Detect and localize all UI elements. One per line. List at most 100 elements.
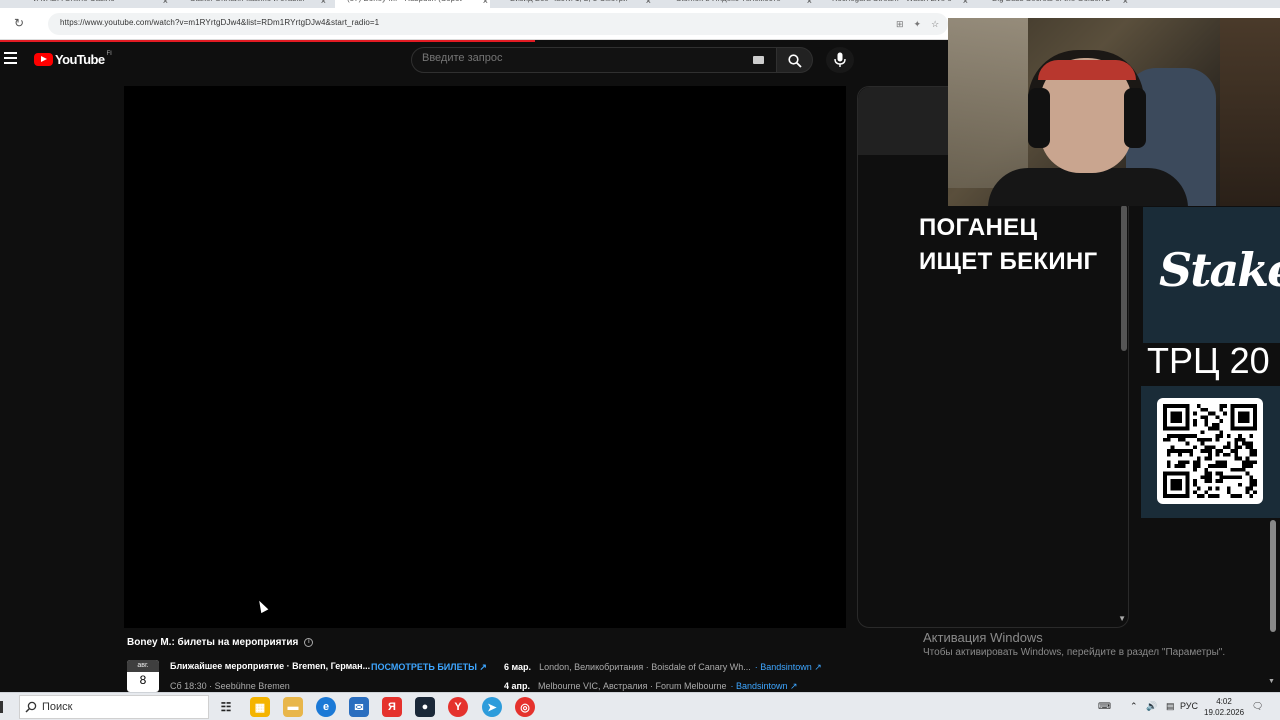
event-location: Melbourne VIC, Австралия · Forum Melbour…: [537, 681, 727, 691]
page-scrollbar[interactable]: [1270, 520, 1276, 632]
qr-code-icon: [1157, 398, 1263, 504]
close-tab-icon[interactable]: ×: [807, 0, 812, 6]
app-icon[interactable]: ◎: [515, 697, 535, 717]
clock-date: 19.02.2026: [1204, 708, 1245, 717]
tickets-title-text: Boney M.: билеты на мероприятия: [127, 637, 299, 648]
browser-tab-strip: VAVADA Online Casino×Stake: Онлайн-казин…: [0, 0, 1280, 8]
show-hidden-icons-icon[interactable]: ⌃: [1130, 701, 1138, 712]
next-event-title: Ближайшее мероприятие · Bremen, Герман..…: [170, 661, 371, 671]
event-date-badge: авг. 8: [127, 660, 159, 692]
browser-tab-title: Визид Все Части 1, 2, 3 Смотри: [510, 0, 628, 3]
close-tab-icon[interactable]: ×: [483, 0, 488, 6]
browser-tab[interactable]: Big Bass Secrets of the Golden L ×: [980, 0, 1130, 8]
stake-logo: Stake: [1159, 243, 1280, 297]
windows-activation-subtitle: Чтобы активировать Windows, перейдите в …: [923, 647, 1226, 658]
clock-time: 4:02: [1216, 697, 1232, 706]
event-day: 8: [139, 673, 147, 687]
store-icon[interactable]: ▦: [250, 697, 270, 717]
view-tickets-button[interactable]: ПОСМОТРЕТЬ БИЛЕТЫ ↗: [371, 662, 487, 673]
close-tab-icon[interactable]: ×: [163, 0, 168, 6]
search-box[interactable]: [411, 47, 777, 73]
close-tab-icon[interactable]: ×: [321, 0, 326, 6]
address-bar[interactable]: https://www.youtube.com/watch?v=m1RYrtgD…: [48, 13, 948, 35]
scroll-down-icon[interactable]: ▼: [1118, 614, 1126, 623]
steam-icon[interactable]: ●: [415, 697, 435, 717]
headphone-right: [1124, 88, 1146, 148]
youtube-logo-text: YouTube: [55, 51, 105, 67]
taskbar-search[interactable]: Поиск: [19, 695, 209, 719]
browser-tab-title: (87) Boney M. - Rasputin (Sopot: [347, 0, 462, 3]
browser-tab-title: Stomok в Яндекс Телемосте: [676, 0, 781, 3]
browser-tab[interactable]: (87) Boney M. - Rasputin (Sopot ×: [335, 0, 490, 8]
event-source-link[interactable]: · Bandsintown ↗: [730, 681, 797, 691]
browser-tab-title: Stake: Онлайн-казино и ставки: [190, 0, 304, 3]
telegram-icon[interactable]: ➤: [482, 697, 502, 717]
task-view-icon[interactable]: ☷: [216, 697, 236, 717]
volume-icon[interactable]: 🔊: [1146, 701, 1157, 712]
stake-logo-panel: Stake: [1143, 207, 1280, 343]
network-icon[interactable]: ▤: [1166, 701, 1175, 712]
voice-search-button[interactable]: [826, 47, 854, 73]
close-tab-icon[interactable]: ×: [1123, 0, 1128, 6]
headset-band: [1038, 60, 1136, 80]
headphone-left: [1028, 88, 1050, 148]
language-indicator[interactable]: РУС: [1180, 701, 1198, 711]
browser-tab-title: Kochegara Stream - Watch Live o: [832, 0, 952, 3]
streamer-body: [988, 168, 1188, 206]
browser-tab[interactable]: Kochegara Stream - Watch Live o ×: [820, 0, 970, 8]
event-location: London, Великобритания · Boisdale of Can…: [539, 662, 751, 672]
notifications-icon[interactable]: 🗨: [1252, 701, 1263, 712]
promo-code-text: ТРЦ 20: [1147, 340, 1270, 381]
menu-icon[interactable]: [4, 52, 17, 64]
stream-overlay-caption: ПОГАНЕЦ ИЩЕТ БЕКИНГ: [919, 211, 1097, 279]
taskbar-search-label: Поиск: [42, 701, 73, 713]
close-tab-icon[interactable]: ×: [646, 0, 651, 6]
streamer-webcam: [948, 18, 1280, 206]
event-month: авг.: [127, 660, 159, 672]
webcam-background-light: [948, 18, 1028, 188]
event-list-item[interactable]: 4 апр. Melbourne VIC, Австралия · Forum M…: [504, 681, 798, 692]
screen: VAVADA Online Casino×Stake: Онлайн-казин…: [0, 0, 1280, 720]
windows-activation-title: Активация Windows: [923, 630, 1043, 645]
keyboard-tray-icon[interactable]: ⌨: [1098, 701, 1111, 712]
tickets-section-title: Boney M.: билеты на мероприятия i: [127, 637, 314, 648]
mail-icon[interactable]: ✉: [349, 697, 369, 717]
yandex-icon[interactable]: Y: [448, 697, 468, 717]
system-clock[interactable]: 4:02 19.02.2026: [1204, 696, 1244, 718]
start-button[interactable]: [0, 701, 3, 713]
playlist-scrollbar[interactable]: [1121, 205, 1127, 351]
browser-tab-title: Big Bass Secrets of the Golden L: [992, 0, 1110, 3]
search-input[interactable]: [422, 52, 742, 64]
browser-tab[interactable]: Stake: Онлайн-казино и ставки ×: [178, 0, 328, 8]
windows-taskbar: Поиск ☷ ▦ ▬ e ✉ Я ● Y ➤ ◎ ⌨ ⌃ 🔊 ▤ РУС 4:…: [0, 692, 1280, 720]
youtube-logo[interactable]: YouTube FI: [34, 51, 112, 67]
region-code: FI: [106, 51, 112, 57]
info-icon[interactable]: i: [304, 637, 314, 647]
search-icon: [25, 701, 37, 713]
next-event-details: Сб 18:30 · Seebühne Bremen: [170, 681, 290, 691]
keyboard-icon[interactable]: [753, 56, 764, 64]
edge-icon[interactable]: e: [316, 697, 336, 717]
browser-tab[interactable]: VAVADA Online Casino ×: [20, 0, 170, 8]
webcam-background-shelf: [1220, 18, 1280, 206]
close-tab-icon[interactable]: ×: [963, 0, 968, 6]
overlay-line-1: ПОГАНЕЦ: [919, 214, 1038, 241]
qr-code-panel: [1141, 386, 1280, 518]
event-list-item[interactable]: 6 мар. London, Великобритания · Boisdale …: [504, 662, 822, 673]
reload-icon[interactable]: ↻: [14, 16, 24, 30]
search-icon: [788, 54, 802, 68]
browser-tab-title: VAVADA Online Casino: [32, 0, 115, 3]
event-source-link[interactable]: · Bandsintown ↗: [755, 662, 822, 672]
file-explorer-icon[interactable]: ▬: [283, 697, 303, 717]
event-date: 4 апр.: [504, 681, 530, 691]
address-bar-actions[interactable]: ⊞✦☆: [896, 19, 949, 30]
youtube-play-icon: [34, 52, 53, 66]
address-bar-url: https://www.youtube.com/watch?v=m1RYrtgD…: [60, 18, 380, 27]
yandex-browser-icon[interactable]: Я: [382, 697, 402, 717]
video-player[interactable]: [124, 86, 846, 628]
browser-tab[interactable]: Stomok в Яндекс Телемосте ×: [664, 0, 814, 8]
microphone-icon: [834, 52, 846, 67]
search-button[interactable]: [777, 47, 813, 73]
browser-tab[interactable]: Визид Все Части 1, 2, 3 Смотри ×: [498, 0, 653, 8]
page-scroll-down-icon[interactable]: ▼: [1268, 678, 1275, 685]
